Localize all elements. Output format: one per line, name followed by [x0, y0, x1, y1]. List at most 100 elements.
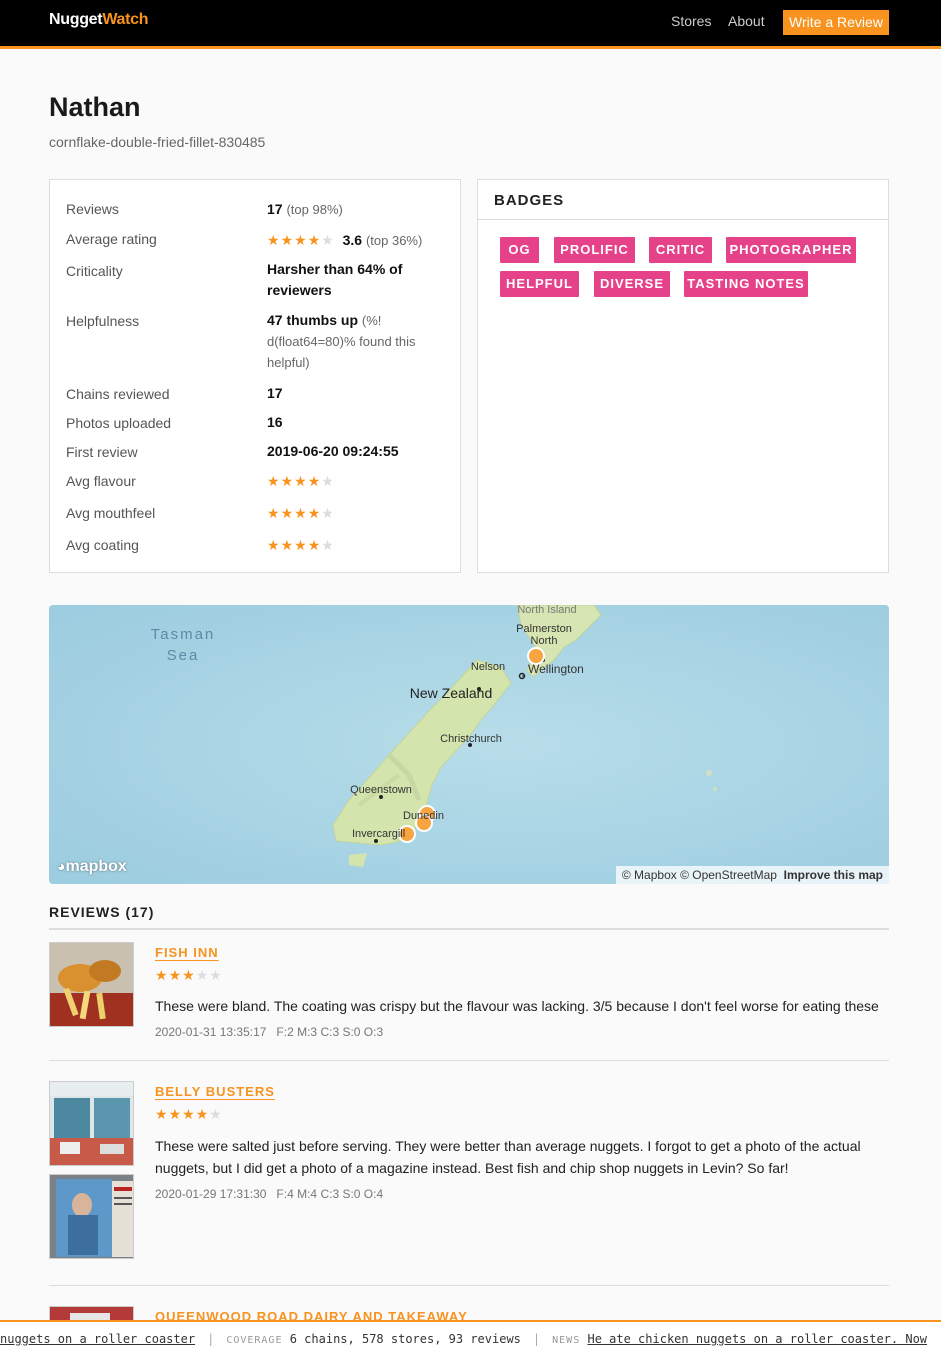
review-shop-link[interactable]: BELLY BUSTERS: [155, 1084, 275, 1099]
ticker-coverage: 6 chains, 578 stores, 93 reviews: [289, 1332, 521, 1346]
stat-value-coating: ★★★★★: [267, 535, 452, 556]
stat-label-chains: Chains reviewed: [66, 386, 170, 402]
badge-diverse: DIVERSE: [594, 271, 670, 297]
star-icon: ★: [267, 537, 281, 553]
star-icon: ★: [209, 1106, 223, 1122]
star-icon: ★: [182, 1106, 196, 1122]
star-icon: ★: [294, 537, 308, 553]
badge-helpful: HELPFUL: [500, 271, 579, 297]
map-label-sea: Sea: [167, 647, 200, 664]
map-label-palmerston: Palmerston: [516, 623, 572, 635]
news-ticker: nuggets on a roller coaster | COVERAGE 6 c…: [0, 1320, 941, 1355]
map-attribution[interactable]: © Mapbox © OpenStreetMap Improve this ma…: [615, 866, 889, 884]
star-icon: ★: [321, 537, 335, 553]
stat-label-criticality: Criticality: [66, 263, 123, 279]
review-shop-link[interactable]: FISH INN: [155, 945, 219, 960]
divider: [49, 1060, 889, 1061]
brand-logo[interactable]: NuggetWatch: [49, 11, 149, 29]
stat-value-avg-rating: ★★★★★ 3.6 (top 36%): [267, 232, 423, 248]
star-icon: ★: [155, 1106, 169, 1122]
star-icon: ★: [280, 505, 295, 521]
mapbox-logo[interactable]: ◕mapbox: [57, 858, 127, 876]
map-label-queenstown: Queenstown: [350, 784, 412, 796]
stat-value-criticality: Harsher than 64% of reviewers: [267, 261, 403, 298]
write-review-button[interactable]: Write a Review: [783, 10, 889, 35]
stat-value-mouthfeel: ★★★★★: [267, 503, 452, 524]
stat-value-reviews: 17 (top 98%): [267, 201, 343, 217]
star-icon: ★: [280, 232, 295, 248]
divider: [49, 928, 889, 930]
ticker-news-tag: NEWS: [552, 1335, 581, 1346]
star-icon: ★: [267, 232, 281, 248]
review-stars: ★★★★★: [155, 1106, 223, 1123]
stats-card: Reviews 17 (top 98%) Average rating ★★★★…: [49, 179, 461, 573]
star-icon: ★: [321, 232, 335, 248]
star-icon: ★: [307, 537, 322, 553]
review-stars: ★★★★★: [155, 967, 223, 984]
map-label-dunedin: Dunedin: [403, 810, 444, 822]
star-icon: ★: [195, 967, 210, 983]
review-meta: 2020-01-31 13:35:17 F:2 M:3 C:3 S:0 O:3: [155, 1025, 384, 1039]
stat-value-photos: 16: [267, 414, 283, 430]
star-icon: ★: [280, 473, 295, 489]
stat-label-flavour: Avg flavour: [66, 473, 136, 489]
star-icon: ★: [267, 473, 281, 489]
map-label-north-island: North Island: [517, 605, 576, 616]
review-photo[interactable]: [49, 1174, 134, 1259]
avg-rating-stars: ★★★★★: [267, 232, 335, 248]
badge-og: OG: [500, 237, 539, 263]
review-text: These were bland. The coating was crispy…: [155, 998, 879, 1014]
star-icon: ★: [321, 505, 335, 521]
ticker-news-link[interactable]: He ate chicken nuggets on a roller coast…: [587, 1332, 927, 1346]
badges-title: BADGES: [478, 180, 888, 220]
star-icon: ★: [294, 505, 308, 521]
review-text: These were salted just before serving. T…: [155, 1138, 861, 1176]
star-icon: ★: [155, 967, 169, 983]
star-icon: ★: [307, 232, 322, 248]
badge-prolific: PROLIFIC: [554, 237, 635, 263]
review-meta: 2020-01-29 17:31:30 F:4 M:4 C:3 S:0 O:4: [155, 1187, 384, 1201]
map-label-country: New Zealand: [410, 685, 493, 701]
stat-label-mouthfeel: Avg mouthfeel: [66, 505, 156, 521]
star-icon: ★: [280, 537, 295, 553]
star-icon: ★: [307, 505, 322, 521]
review-photo[interactable]: [49, 942, 134, 1027]
star-icon: ★: [294, 473, 308, 489]
review-photo[interactable]: [49, 1081, 134, 1166]
badge-photographer: PHOTOGRAPHER: [726, 237, 856, 263]
badge-critic: CRITIC: [649, 237, 712, 263]
reviews-heading: REVIEWS (17): [49, 904, 155, 920]
stat-value-helpfulness: 47 thumbs up (%! d(float64=80)% found th…: [267, 312, 416, 370]
map-label-tasman: Tasman: [151, 626, 216, 643]
map-label-christchurch: Christchurch: [440, 733, 502, 745]
top-nav: NuggetWatch Stores About Write a Review: [0, 0, 941, 49]
badges-card: BADGES OG PROLIFIC CRITIC PHOTOGRAPHER H…: [477, 179, 889, 573]
star-icon: ★: [267, 505, 281, 521]
improve-map-link[interactable]: Improve this map: [784, 868, 883, 882]
stat-value-first-review: 2019-06-20 09:24:55: [267, 443, 399, 459]
stat-value-flavour: ★★★★★: [267, 471, 452, 492]
stat-label-first-review: First review: [66, 444, 138, 460]
nav-about-link[interactable]: About: [728, 13, 765, 29]
profile-slug: cornflake-double-fried-fillet-830485: [49, 134, 266, 150]
star-icon: ★: [195, 1106, 210, 1122]
reviews-map[interactable]: Tasman Sea North Island Palmerston North…: [49, 605, 889, 884]
stat-label-coating: Avg coating: [66, 537, 139, 553]
stat-label-photos: Photos uploaded: [66, 415, 172, 431]
star-icon: ★: [182, 967, 196, 983]
stat-label-helpfulness: Helpfulness: [66, 313, 140, 329]
map-label-wellington: Wellington: [528, 662, 584, 676]
map-canvas: Tasman Sea North Island Palmerston North…: [49, 605, 889, 884]
star-icon: ★: [168, 967, 183, 983]
nav-stores-link[interactable]: Stores: [671, 13, 711, 29]
map-label-nelson: Nelson: [471, 661, 505, 673]
star-icon: ★: [294, 232, 308, 248]
star-icon: ★: [168, 1106, 183, 1122]
ticker-lead-link[interactable]: nuggets on a roller coaster: [0, 1332, 195, 1346]
star-icon: ★: [209, 967, 223, 983]
map-label-invercargill: Invercargill: [352, 828, 405, 840]
star-icon: ★: [321, 473, 335, 489]
profile-name: Nathan: [49, 92, 141, 122]
star-icon: ★: [307, 473, 322, 489]
stat-label-avg-rating: Average rating: [66, 231, 157, 247]
